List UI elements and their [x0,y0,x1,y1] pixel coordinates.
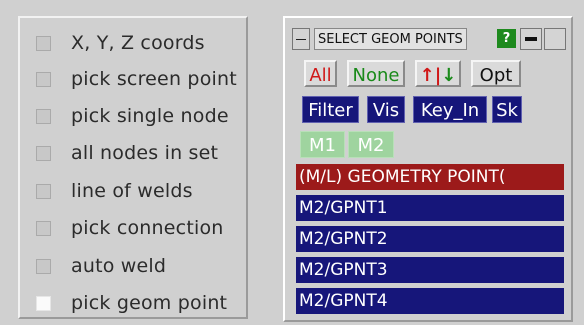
list-item[interactable]: M2/GPNT4 [296,288,564,314]
mode-m1-button[interactable]: M1 [300,131,345,158]
vis-button[interactable]: Vis [367,96,405,123]
option-xyz-coords[interactable]: X, Y, Z coords [36,28,205,58]
none-button[interactable]: None [347,60,405,87]
option-pick-screen-point[interactable]: pick screen point [36,64,237,94]
option-label: X, Y, Z coords [71,32,205,54]
help-button[interactable]: ? [497,29,516,48]
option-label: pick single node [71,105,229,127]
checkbox[interactable] [36,258,51,274]
option-label: line of welds [71,180,193,202]
option-label: pick connection [71,217,224,239]
checkbox[interactable] [36,145,51,161]
mode-m2-button[interactable]: M2 [348,131,394,158]
filter-button[interactable]: Filter [302,96,359,123]
option-pick-geom-point[interactable]: pick geom point [36,288,227,318]
option-label: pick screen point [71,68,237,90]
sk-button[interactable]: Sk [492,96,522,123]
list-item[interactable]: M2/GPNT1 [296,195,564,221]
opt-button[interactable]: Opt [471,60,521,87]
option-line-of-welds[interactable]: line of welds [36,176,193,206]
minimize-icon[interactable] [520,28,542,50]
maximize-icon[interactable] [544,28,566,50]
option-label: auto weld [71,255,167,277]
option-all-nodes-in-set[interactable]: all nodes in set [36,138,218,168]
window-menu-icon[interactable] [292,28,310,50]
checkbox[interactable] [36,220,51,236]
option-pick-single-node[interactable]: pick single node [36,101,229,131]
option-auto-weld[interactable]: auto weld [36,251,166,281]
option-label: pick geom point [71,292,228,314]
list-header[interactable]: (M/L) GEOMETRY POINT( [296,164,564,190]
checkbox[interactable] [36,71,51,87]
all-button[interactable]: All [304,60,337,87]
sort-button[interactable]: ↑|↓ [415,60,461,87]
panel-title: SELECT GEOM POINTS [314,28,467,50]
checkbox[interactable] [36,108,51,124]
panel-titlebar: SELECT GEOM POINTS ? [290,26,570,52]
arrow-down-icon: ↓ [441,65,457,86]
checkbox[interactable] [36,35,51,51]
option-label: all nodes in set [71,142,219,164]
list-item[interactable]: M2/GPNT2 [296,226,564,252]
checkbox-checked[interactable] [36,295,51,311]
list-item[interactable]: M2/GPNT3 [296,257,564,283]
checkbox[interactable] [36,183,51,199]
arrow-up-icon: ↑ [419,65,435,86]
key-in-button[interactable]: Key_In [413,96,487,123]
option-pick-connection[interactable]: pick connection [36,213,224,243]
